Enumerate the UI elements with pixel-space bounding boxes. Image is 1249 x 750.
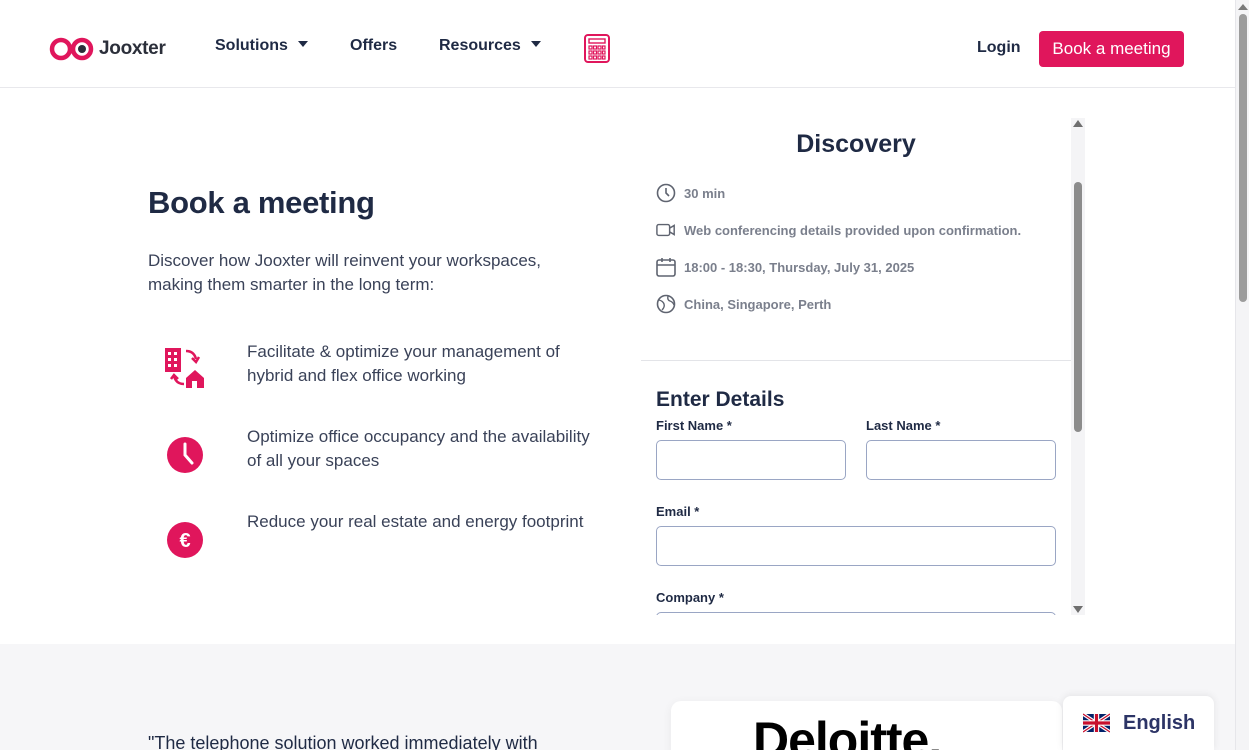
calendar-icon xyxy=(656,257,676,277)
globe-icon xyxy=(656,294,676,314)
meta-duration: 30 min xyxy=(656,183,725,203)
video-camera-icon xyxy=(656,220,676,240)
last-name-label: Last Name * xyxy=(866,418,941,433)
feature-text: Optimize office occupancy and the availa… xyxy=(247,427,590,470)
datetime-text: 18:00 - 18:30, Thursday, July 31, 2025 xyxy=(684,259,915,275)
page-scrollbar-thumb[interactable] xyxy=(1239,14,1247,302)
feature-item: Optimize office occupancy and the availa… xyxy=(148,425,608,485)
feature-text: Facilitate & optimize your management of… xyxy=(247,342,560,385)
nav-resources[interactable]: Resources xyxy=(439,37,541,55)
feature-item: Facilitate & optimize your management of… xyxy=(148,340,608,400)
clock-icon xyxy=(656,183,676,203)
intro-text: Discover how Jooxter will reinvent your … xyxy=(148,251,542,294)
feature-item: € Reduce your real estate and energy foo… xyxy=(148,510,608,570)
company-field[interactable] xyxy=(656,612,1056,615)
divider xyxy=(641,360,1071,361)
scroll-up-icon[interactable] xyxy=(1238,4,1248,10)
event-title: Discovery xyxy=(796,130,916,158)
logo-text: Jooxter xyxy=(99,38,166,59)
meta-timezone: China, Singapore, Perth xyxy=(656,294,831,314)
last-name-field[interactable] xyxy=(866,440,1056,480)
company-label: Company * xyxy=(656,590,724,605)
scroll-up-icon[interactable] xyxy=(1073,120,1083,127)
chevron-down-icon xyxy=(297,41,308,47)
email-field[interactable] xyxy=(656,526,1056,566)
hybrid-office-icon xyxy=(165,348,204,388)
logo-mark-icon xyxy=(49,37,94,61)
booking-widget: Discovery 30 min Web conferencing detail… xyxy=(641,118,1071,615)
client-logo: Deloitte. xyxy=(753,712,942,750)
timezone-text: China, Singapore, Perth xyxy=(684,296,832,312)
euro-icon: € xyxy=(167,522,203,558)
nav-solutions[interactable]: Solutions xyxy=(215,37,308,55)
scrollbar-thumb[interactable] xyxy=(1074,182,1082,432)
language-label: English xyxy=(1123,711,1196,734)
feature-text: Reduce your real estate and energy footp… xyxy=(247,512,584,531)
first-name-field[interactable] xyxy=(656,440,846,480)
jooxter-logo[interactable]: Jooxter xyxy=(49,36,166,62)
booking-scrollbar[interactable] xyxy=(1071,118,1085,615)
page-title: Book a meeting xyxy=(148,185,375,220)
page-scrollbar[interactable] xyxy=(1235,0,1249,750)
login-link[interactable]: Login xyxy=(977,39,1021,57)
first-name-label: First Name * xyxy=(656,418,732,433)
chevron-down-icon xyxy=(530,41,541,47)
scroll-down-icon[interactable] xyxy=(1073,606,1083,613)
nav-offers-label: Offers xyxy=(350,37,398,54)
nav-offers[interactable]: Offers xyxy=(350,37,397,55)
email-label: Email * xyxy=(656,504,700,519)
testimonial-quote: "The telephone solution worked immediate… xyxy=(148,733,538,750)
conferencing-text: Web conferencing details provided upon c… xyxy=(684,222,1022,238)
language-switcher[interactable]: English xyxy=(1063,696,1214,750)
meta-conferencing: Web conferencing details provided upon c… xyxy=(656,220,1021,240)
duration-text: 30 min xyxy=(684,185,726,201)
book-meeting-button[interactable]: Book a meeting xyxy=(1039,31,1184,67)
meta-datetime: 18:00 - 18:30, Thursday, July 31, 2025 xyxy=(656,257,914,277)
form-title: Enter Details xyxy=(656,388,785,411)
client-logo-card: Deloitte. xyxy=(671,701,1062,750)
nav-resources-label: Resources xyxy=(439,37,521,54)
uk-flag-icon xyxy=(1083,713,1110,733)
calculator-icon[interactable] xyxy=(584,34,610,63)
svg-text:€: € xyxy=(179,530,190,552)
clock-icon xyxy=(167,437,203,473)
nav-solutions-label: Solutions xyxy=(215,37,288,54)
site-header: Jooxter Solutions Offers Resources Login… xyxy=(0,0,1235,88)
